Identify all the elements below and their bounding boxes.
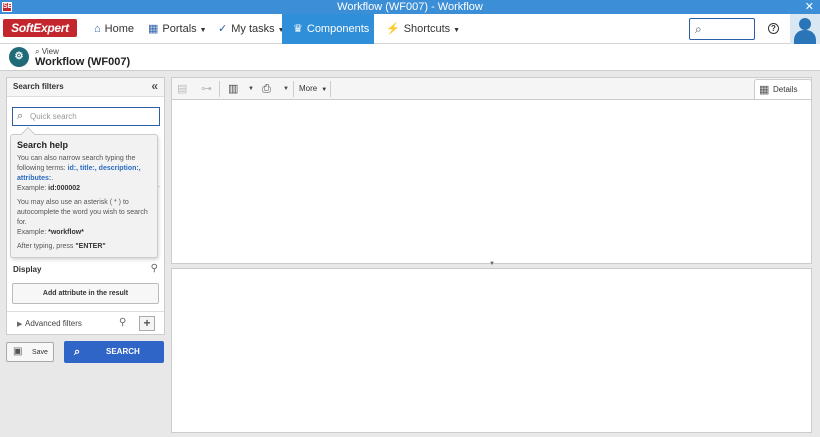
save-button-label: Save — [32, 349, 48, 356]
top-navbar: SoftExpert ⌂Home ▦Portals▼ ✓My tasks▼ ♛C… — [0, 14, 820, 44]
lightning-icon: ⚡ — [386, 23, 400, 35]
quick-search-input[interactable] — [30, 109, 156, 124]
quick-search-field: ⌕ — [12, 107, 160, 126]
table-icon: ▦ — [759, 84, 770, 96]
more-label: More — [299, 84, 318, 93]
search-icon: ⌕ — [17, 110, 24, 122]
tree-icon[interactable]: ⚲ — [151, 263, 158, 274]
help-icon[interactable]: ? — [768, 23, 779, 34]
tooltip-paragraph: You can also narrow search typing the fo… — [17, 154, 151, 194]
page-header: ⚙ ⌕ View Workflow (WF007) — [0, 44, 820, 71]
nav-portals-label: Portals — [162, 23, 197, 35]
help-example1-label: Example: — [17, 185, 49, 192]
filters-heading: Search filters — [13, 82, 64, 91]
details-panel — [171, 268, 812, 433]
collapse-left-icon[interactable]: « — [151, 79, 158, 93]
user-avatar[interactable] — [790, 14, 820, 44]
search-help-tooltip: Search help You can also narrow search t… — [10, 126, 158, 258]
divider — [7, 311, 164, 312]
softexpert-logo[interactable]: SoftExpert — [3, 19, 77, 37]
help-example2: *workflow* — [48, 229, 84, 236]
tooltip-title: Search help — [17, 140, 69, 150]
filters-header: Search filters « — [7, 78, 164, 97]
save-button[interactable]: ▣ Save — [6, 342, 54, 362]
help-line2: You may also use an asterisk ( * ) to au… — [17, 199, 148, 226]
print-icon[interactable]: ⎙ — [262, 81, 271, 97]
results-grid — [171, 99, 812, 264]
divider — [293, 81, 294, 97]
floppy-disk-icon: ▣ — [13, 346, 23, 357]
nav-my-tasks-label: My tasks — [231, 23, 275, 35]
help-line1-end: . — [51, 175, 54, 182]
page-title: Workflow (WF007) — [35, 56, 131, 68]
tab-details-label: Details — [773, 85, 798, 94]
grid-icon: ▦ — [148, 23, 159, 35]
nav-components-label: Components — [306, 23, 370, 35]
chevron-down-icon: ▼ — [321, 87, 328, 93]
nav-shortcuts-label: Shortcuts — [403, 23, 451, 35]
advanced-filters-toggle[interactable]: Advanced filters — [25, 319, 82, 328]
help-example1: id:000002 — [48, 185, 81, 192]
divider — [219, 81, 220, 97]
divider — [330, 81, 331, 97]
avatar-head — [799, 18, 811, 30]
tooltip-paragraph: You may also use an asterisk ( * ) to au… — [17, 198, 151, 238]
help-enter-key: "ENTER" — [75, 243, 106, 250]
close-icon[interactable]: ✕ — [805, 0, 814, 14]
chart-icon[interactable]: ▥ — [228, 81, 238, 97]
nav-home[interactable]: ⌂ Home — [88, 14, 140, 44]
window-titlebar: SE Workflow (WF007) - Workflow ✕ — [0, 0, 820, 14]
nav-home-label: Home — [104, 23, 134, 35]
view-record-icon: ▤ — [177, 83, 188, 95]
search-button[interactable]: ⌕ SEARCH — [64, 341, 164, 363]
search-icon: ⌕ — [74, 346, 81, 358]
nav-shortcuts[interactable]: ⚡ Shortcuts ▼ — [378, 14, 460, 44]
home-icon: ⌂ — [94, 23, 101, 35]
search-button-label: SEARCH — [106, 347, 140, 356]
breadcrumb-view: View — [41, 47, 59, 56]
workflow-icon: ⚙ — [9, 47, 29, 67]
chevron-down-icon: ▼ — [199, 27, 207, 34]
splitter-grip-icon[interactable]: ▼ — [489, 261, 495, 267]
hierarchy-icon: ⊶ — [201, 83, 212, 95]
help-example2-label: Example: — [17, 229, 49, 236]
chevron-down-icon: ▼ — [453, 27, 461, 34]
nav-components[interactable]: ♛ Components ▼ — [282, 14, 379, 44]
more-menu-button[interactable]: More ▼ — [299, 81, 327, 97]
main-toolbar: ▤ ⊶ ▥ ▼ ⎙ ▼ More ▼ ▦ Details — [171, 77, 812, 100]
add-attribute-button[interactable]: Add attribute in the result — [12, 283, 159, 304]
tooltip-paragraph: After typing, press "ENTER" — [17, 242, 151, 252]
add-filter-button[interactable]: + — [139, 316, 155, 331]
window-title: Workflow (WF007) - Workflow — [337, 1, 483, 13]
tab-details[interactable]: ▦ Details — [754, 79, 812, 100]
chevron-down-icon[interactable]: ▼ — [248, 81, 254, 97]
chevron-down-icon[interactable]: ▼ — [283, 81, 289, 97]
check-icon: ✓ — [218, 23, 228, 35]
avatar-body — [794, 30, 816, 44]
nav-my-tasks[interactable]: ✓My tasks▼ — [210, 14, 285, 44]
display-label: Display — [13, 265, 42, 274]
search-icon: ⌕ — [695, 22, 702, 36]
help-line3: After typing, press — [17, 243, 76, 250]
trophy-icon: ♛ — [293, 23, 303, 35]
global-search-input[interactable]: ⌕ — [689, 18, 755, 40]
nav-portals[interactable]: ▦ Portals ▼ — [142, 14, 208, 44]
tree-icon[interactable]: ⚲ — [119, 317, 126, 328]
chevron-right-icon[interactable]: ▶ — [17, 320, 22, 328]
